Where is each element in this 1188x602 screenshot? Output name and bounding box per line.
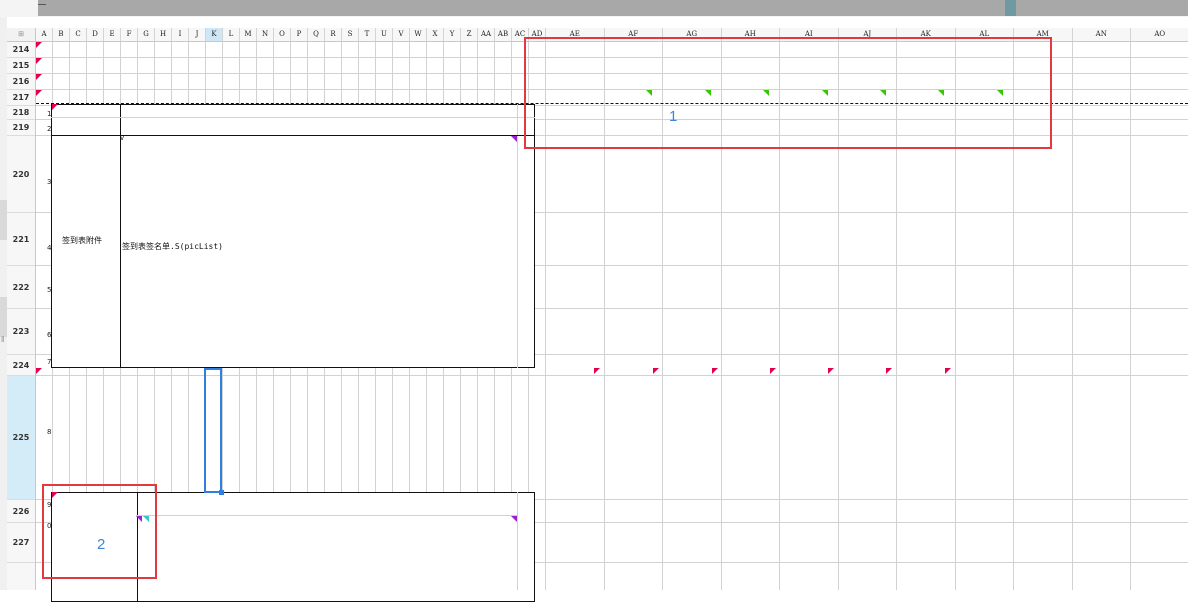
column-header-i[interactable]: I xyxy=(172,28,189,41)
comment-marker-red[interactable] xyxy=(770,368,776,374)
column-header-e[interactable]: E xyxy=(104,28,121,41)
attachment-label-cell[interactable]: 签到表附件 xyxy=(62,235,102,246)
comment-marker-purple[interactable] xyxy=(511,136,517,142)
annotation-label-2: 2 xyxy=(97,536,106,553)
scrollbar-tick xyxy=(38,4,46,5)
row-header-227[interactable]: 227 xyxy=(7,523,35,563)
inner-row-line xyxy=(51,135,535,136)
column-header-v[interactable]: V xyxy=(393,28,410,41)
inner-row-number: 1 xyxy=(47,110,52,118)
inner-row-line xyxy=(136,515,518,516)
comment-marker-red[interactable] xyxy=(36,42,42,48)
comment-marker-red[interactable] xyxy=(653,368,659,374)
column-header-ab[interactable]: AB xyxy=(495,28,512,41)
comment-marker-red[interactable] xyxy=(828,368,834,374)
row-header-224[interactable]: 224 xyxy=(7,355,35,376)
comment-marker-red[interactable] xyxy=(36,58,42,64)
column-header-f[interactable]: F xyxy=(121,28,138,41)
row-header-226[interactable]: 226 xyxy=(7,500,35,523)
inner-row-number: 6 xyxy=(47,331,52,339)
inner-row-number: 2 xyxy=(47,125,52,133)
comment-marker-red[interactable] xyxy=(36,90,42,96)
column-header-o[interactable]: O xyxy=(274,28,291,41)
comment-marker-red[interactable] xyxy=(945,368,951,374)
column-header-w[interactable]: W xyxy=(410,28,427,41)
column-header-u[interactable]: U xyxy=(376,28,393,41)
inner-col-line xyxy=(517,492,518,590)
column-header-aa[interactable]: AA xyxy=(478,28,495,41)
grid-column-line xyxy=(1130,42,1131,590)
column-header-k[interactable]: K xyxy=(206,28,223,41)
column-header-j[interactable]: J xyxy=(189,28,206,41)
annotation-box-1 xyxy=(524,37,1052,149)
row-header-225[interactable]: 225 xyxy=(7,376,35,500)
inner-row-number: 8 xyxy=(47,428,52,436)
column-header-a[interactable]: A xyxy=(36,28,53,41)
merged-attachment-block[interactable] xyxy=(51,104,535,368)
column-header-b[interactable]: B xyxy=(53,28,70,41)
column-header-h[interactable]: H xyxy=(155,28,172,41)
selected-cell-range[interactable] xyxy=(204,368,222,493)
scrollbar-thumb[interactable] xyxy=(1005,0,1016,16)
column-header-c[interactable]: C xyxy=(70,28,87,41)
grid-column-line xyxy=(1071,42,1073,590)
row-header-219[interactable]: 219 xyxy=(7,120,35,136)
strip-block xyxy=(0,200,7,240)
left-panel-strip: ‖ xyxy=(0,17,7,590)
column-header-g[interactable]: G xyxy=(138,28,155,41)
column-header-z[interactable]: Z xyxy=(461,28,478,41)
inner-row-line xyxy=(51,117,535,118)
attachment-formula-cell[interactable]: 签到表签名单.S(picList) xyxy=(122,241,223,252)
column-header-x[interactable]: X xyxy=(427,28,444,41)
comment-marker-red[interactable] xyxy=(36,368,42,374)
column-header-l[interactable]: L xyxy=(223,28,240,41)
strip-block xyxy=(0,297,7,337)
comment-marker-red[interactable] xyxy=(886,368,892,374)
column-header-p[interactable]: P xyxy=(291,28,308,41)
column-header-m[interactable]: M xyxy=(240,28,257,41)
comment-marker-red[interactable] xyxy=(52,104,58,110)
comment-marker-purple[interactable] xyxy=(511,516,517,522)
column-header-n[interactable]: N xyxy=(257,28,274,41)
row-header-218[interactable]: 218 xyxy=(7,106,35,120)
row-header-217[interactable]: 217 xyxy=(7,90,35,106)
row-header-221[interactable]: 221 xyxy=(7,213,35,266)
inner-row-number: 3 xyxy=(47,178,52,186)
inner-row-number: 5 xyxy=(47,286,52,294)
comment-marker-red[interactable] xyxy=(712,368,718,374)
inner-col-line xyxy=(517,104,518,368)
row-header-215[interactable]: 215 xyxy=(7,58,35,74)
column-header-r[interactable]: R xyxy=(325,28,342,41)
column-header-t[interactable]: T xyxy=(359,28,376,41)
column-header-an[interactable]: AN xyxy=(1073,28,1131,41)
row-header-216[interactable]: 216 xyxy=(7,74,35,90)
column-header-q[interactable]: Q xyxy=(308,28,325,41)
column-header-ao[interactable]: AO xyxy=(1131,28,1188,41)
select-all-corner[interactable]: ⊞ xyxy=(7,28,36,42)
row-header-223[interactable]: 223 xyxy=(7,309,35,355)
annotation-box-2 xyxy=(42,484,157,579)
horizontal-scrollbar[interactable] xyxy=(0,0,1188,17)
row-header-214[interactable]: 214 xyxy=(7,42,35,58)
inner-row-number: 7 xyxy=(47,358,52,366)
comment-marker-red[interactable] xyxy=(36,74,42,80)
column-header-s[interactable]: S xyxy=(342,28,359,41)
row-header-222[interactable]: 222 xyxy=(7,266,35,309)
splitter-grip-icon[interactable]: ‖ xyxy=(1,335,4,344)
fill-handle[interactable] xyxy=(219,490,224,495)
inner-row-number: 4 xyxy=(47,244,52,252)
column-header-d[interactable]: D xyxy=(87,28,104,41)
merged-divider xyxy=(120,105,121,367)
annotation-label-1: 1 xyxy=(669,108,678,125)
row-header-bar: 214 215 216 217 218 219 220 221 222 223 224 225 226 2… xyxy=(7,42,36,590)
column-header-y[interactable]: Y xyxy=(444,28,461,41)
comment-marker-red[interactable] xyxy=(594,368,600,374)
row-header-220[interactable]: 220 xyxy=(7,136,35,213)
